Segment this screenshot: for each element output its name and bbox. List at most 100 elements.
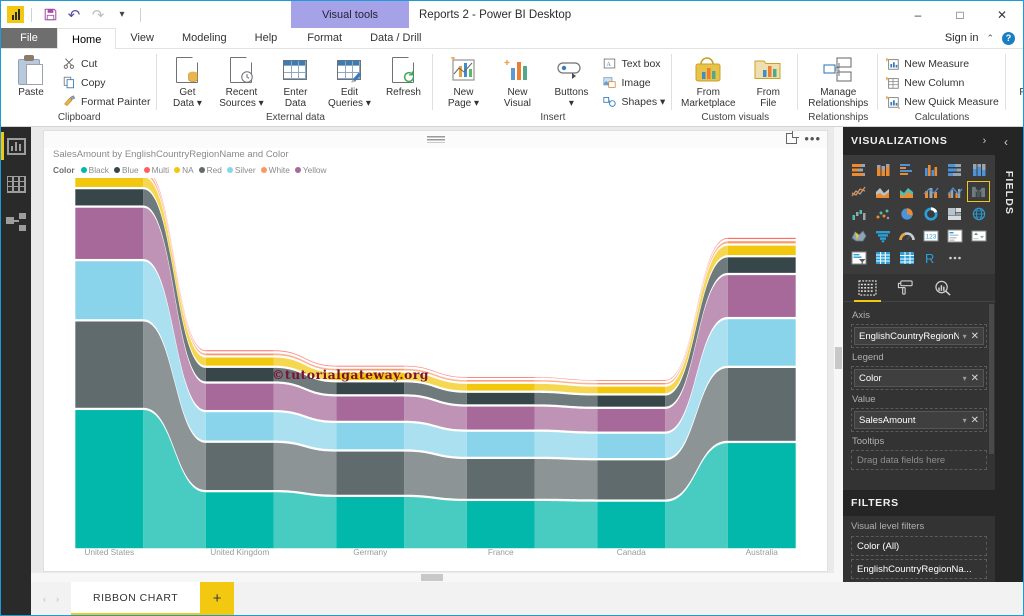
new-column-button[interactable]: New Column (882, 75, 1002, 92)
ribbon-bar-segment[interactable] (597, 380, 666, 381)
legend-item-black[interactable]: Black (80, 165, 109, 175)
new-quick-measure-button[interactable]: New Quick Measure (882, 94, 1002, 111)
format-painter-button[interactable]: Format Painter (59, 93, 153, 110)
chevron-right-icon[interactable]: › (983, 135, 987, 147)
viz-line-clustered-column-chart[interactable] (943, 181, 966, 202)
tab-home[interactable]: Home (57, 28, 117, 50)
well-axis[interactable]: EnglishCountryRegionN ▾ ✕ (851, 324, 987, 348)
undo-icon[interactable]: ↶ (63, 4, 85, 26)
redo-icon[interactable]: ↷ (87, 4, 109, 26)
viz-100-stacked-column-chart[interactable] (967, 159, 990, 180)
new-page-button[interactable]: New Page ▾ (437, 53, 489, 109)
ribbon-bar-segment[interactable] (727, 275, 796, 317)
viz-stacked-column-chart[interactable] (872, 159, 895, 180)
refresh-button[interactable]: Refresh (377, 53, 429, 98)
plot-area[interactable]: ©tutorialgateway.org United States Unite… (44, 178, 827, 571)
viz-slicer[interactable] (848, 247, 871, 268)
tab-help[interactable]: Help (241, 28, 292, 48)
viz-waterfall-chart[interactable] (848, 203, 871, 224)
ribbon-bar-segment[interactable] (336, 396, 405, 421)
ribbon-bar-segment[interactable] (466, 459, 535, 499)
ribbon-connector[interactable] (273, 492, 337, 549)
viz-line-stacked-column-chart[interactable] (920, 181, 943, 202)
viz-stacked-bar-chart[interactable] (848, 159, 871, 180)
ribbon-bar-segment[interactable] (466, 383, 535, 391)
ribbon-bar-segment[interactable] (75, 321, 144, 408)
ribbon-bar-segment[interactable] (336, 372, 405, 381)
ribbon-bar-segment[interactable] (205, 383, 274, 410)
filter-item-color[interactable]: Color (All) (851, 536, 987, 556)
add-page-button[interactable]: + (200, 582, 235, 615)
legend-item-yellow[interactable]: Yellow (294, 165, 327, 175)
ribbon-bar-segment[interactable] (205, 350, 274, 352)
ribbon-bar-segment[interactable] (75, 261, 144, 320)
ribbon-connector[interactable] (534, 431, 598, 459)
ribbon-bar-segment[interactable] (205, 412, 274, 441)
tab-analytics[interactable] (934, 274, 952, 302)
chevron-down-icon[interactable]: ▾ (963, 332, 967, 341)
viz-clustered-bar-chart[interactable] (896, 159, 919, 180)
viz-scatter-chart[interactable] (872, 203, 895, 224)
save-icon[interactable] (39, 4, 61, 26)
tab-format[interactable] (897, 274, 914, 302)
from-file-button[interactable]: From File (742, 53, 794, 109)
tab-data-drill[interactable]: Data / Drill (356, 28, 435, 48)
ribbon-bar-segment[interactable] (597, 433, 666, 459)
maximize-button[interactable]: □ (939, 1, 981, 28)
remove-field-icon[interactable]: ✕ (971, 373, 979, 384)
viz-100-stacked-bar-chart[interactable] (943, 159, 966, 180)
viz-kpi[interactable] (967, 225, 990, 246)
buttons-button[interactable]: Buttons ▾ (545, 53, 597, 109)
scrollbar-thumb[interactable] (835, 347, 842, 369)
customize-qat-icon[interactable]: ▾ (111, 4, 133, 26)
ribbon-bar-segment[interactable] (597, 395, 666, 407)
ribbon-bar-segment[interactable] (727, 443, 796, 549)
ribbon-bar-segment[interactable] (336, 423, 405, 450)
filter-item-country[interactable]: EnglishCountryRegionNa... (851, 559, 987, 579)
viz-table[interactable] (872, 247, 895, 268)
ribbon-connector[interactable] (404, 451, 467, 499)
collapse-ribbon-icon[interactable]: ⌃ (986, 33, 994, 44)
ribbon-bar-segment[interactable] (205, 357, 274, 366)
legend-item-multi[interactable]: Multi (143, 165, 169, 175)
new-measure-button[interactable]: New Measure (882, 56, 1002, 73)
ribbon-bar-segment[interactable] (336, 365, 405, 367)
canvas-horizontal-scrollbar[interactable] (31, 573, 834, 582)
ribbon-bar-segment[interactable] (205, 367, 274, 382)
wells-scrollbar-thumb[interactable] (989, 304, 994, 454)
legend-item-white[interactable]: White (260, 165, 290, 175)
ribbon-bar-segment[interactable] (727, 245, 796, 256)
ribbon-bar-segment[interactable] (597, 408, 666, 432)
viz-area-chart[interactable] (872, 181, 895, 202)
sidebar-item-data-view[interactable] (1, 165, 31, 203)
viz-funnel-chart[interactable] (872, 225, 895, 246)
text-box-button[interactable]: A Text box (599, 55, 668, 72)
tab-modeling[interactable]: Modeling (168, 28, 241, 48)
ribbon-connector[interactable] (534, 392, 598, 407)
well-value[interactable]: SalesAmount ▾ ✕ (851, 408, 987, 432)
legend-item-na[interactable]: NA (174, 165, 194, 175)
prev-page-icon[interactable]: ‹ (43, 594, 46, 604)
ribbon-bar-segment[interactable] (336, 368, 405, 371)
ribbon-bar-segment[interactable] (336, 451, 405, 495)
recent-sources-button[interactable]: Recent Sources ▾ (215, 53, 267, 109)
ribbon-bar-segment[interactable] (597, 501, 666, 549)
report-canvas[interactable]: ••• SalesAmount by EnglishCountryRegionN… (31, 127, 843, 582)
legend-item-blue[interactable]: Blue (113, 165, 139, 175)
ribbon-connector[interactable] (534, 377, 598, 381)
ribbon-bar-segment[interactable] (466, 431, 535, 457)
viz-map[interactable] (967, 203, 990, 224)
ribbon-bar-segment[interactable] (597, 460, 666, 500)
fields-pane-collapsed[interactable]: ‹ FIELDS (995, 127, 1023, 582)
ribbon-bar-segment[interactable] (727, 367, 796, 441)
ribbon-connector[interactable] (534, 406, 598, 432)
legend-item-silver[interactable]: Silver (226, 165, 256, 175)
ribbon-chart-visual[interactable]: ••• SalesAmount by EnglishCountryRegionN… (43, 130, 828, 572)
viz-more-visuals[interactable] (943, 247, 966, 268)
tab-format[interactable]: Format (293, 28, 356, 48)
ribbon-bar-segment[interactable] (205, 353, 274, 356)
canvas-vertical-scrollbar[interactable] (834, 127, 843, 582)
tab-view[interactable]: View (116, 28, 168, 48)
viz-multi-row-card[interactable] (943, 225, 966, 246)
page-tab-ribbon-chart[interactable]: RIBBON CHART (71, 582, 201, 615)
